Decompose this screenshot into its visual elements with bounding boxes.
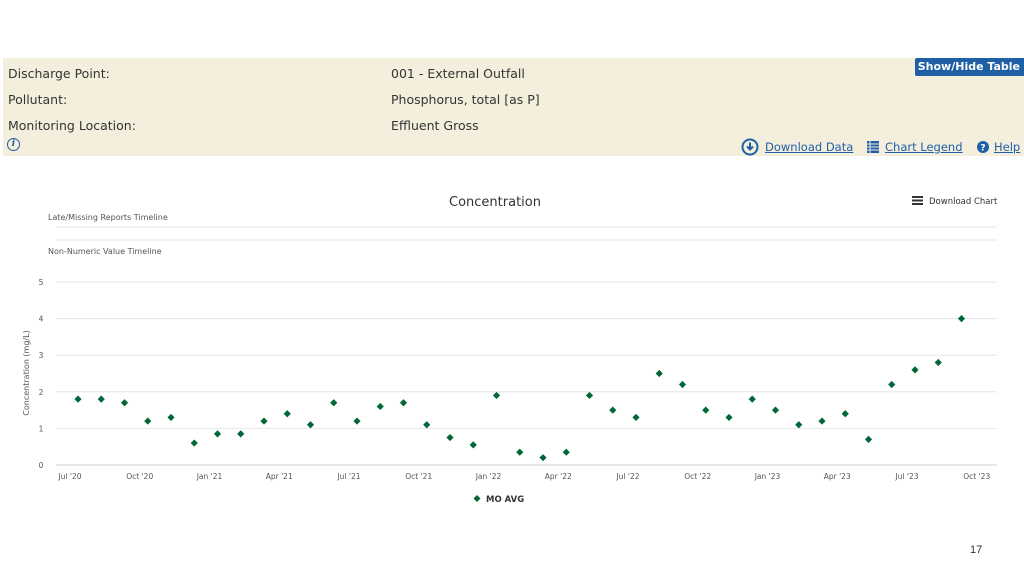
data-point[interactable] xyxy=(841,410,849,418)
data-point[interactable] xyxy=(888,380,896,389)
x-tick-label: Jan '23 xyxy=(754,472,781,481)
data-point[interactable] xyxy=(213,430,222,438)
y-tick-label: 1 xyxy=(39,424,44,433)
x-tick-label: Jul '22 xyxy=(615,472,639,481)
y-tick-label: 2 xyxy=(39,388,44,397)
data-point[interactable] xyxy=(678,380,687,389)
data-point[interactable] xyxy=(795,421,803,429)
x-tick-label: Jul '21 xyxy=(336,472,360,481)
data-point[interactable] xyxy=(702,406,710,414)
x-tick-label: Jul '23 xyxy=(894,472,918,481)
data-point[interactable] xyxy=(446,433,454,442)
legend-marker xyxy=(473,495,481,502)
gridlines xyxy=(56,281,997,466)
data-point[interactable] xyxy=(376,402,384,411)
data-point[interactable] xyxy=(330,399,338,407)
page-number: 17 xyxy=(970,544,983,556)
data-point[interactable] xyxy=(423,421,431,429)
data-point[interactable] xyxy=(353,417,361,425)
x-tick-label: Oct '23 xyxy=(963,472,990,481)
data-point[interactable] xyxy=(911,366,919,374)
data-point[interactable] xyxy=(120,399,129,407)
data-point[interactable] xyxy=(934,358,942,367)
data-point[interactable] xyxy=(725,413,733,422)
data-point[interactable] xyxy=(818,417,826,425)
data-point[interactable] xyxy=(539,454,547,462)
data-point[interactable] xyxy=(97,395,105,403)
data-point[interactable] xyxy=(516,448,524,456)
data-point[interactable] xyxy=(144,417,152,425)
data-point[interactable] xyxy=(957,315,966,323)
x-tick-label: Apr '21 xyxy=(266,472,293,481)
data-point[interactable] xyxy=(748,395,756,403)
data-points xyxy=(74,315,966,462)
x-tick-label: Oct '22 xyxy=(684,472,711,481)
data-point[interactable] xyxy=(74,395,82,403)
y-tick-label: 5 xyxy=(39,278,44,287)
data-point[interactable] xyxy=(562,448,570,456)
x-tick-label: Oct '20 xyxy=(126,472,153,481)
legend[interactable]: MO AVG xyxy=(473,495,525,505)
x-tick-label: Apr '22 xyxy=(545,472,572,481)
concentration-chart: 012345 Jul '20 Oct '20 Jan '21 Apr '21 Jul '… xyxy=(22,226,997,505)
data-point[interactable] xyxy=(632,413,640,422)
data-point[interactable] xyxy=(167,413,175,422)
x-tick-label: Jul '20 xyxy=(57,472,81,481)
data-point[interactable] xyxy=(655,369,663,378)
y-axis-label: Concentration (mg/L) xyxy=(22,330,31,415)
legend-label: MO AVG xyxy=(486,495,524,505)
data-point[interactable] xyxy=(399,399,408,407)
data-point[interactable] xyxy=(469,441,477,449)
data-point[interactable] xyxy=(492,391,501,400)
y-tick-label: 3 xyxy=(39,351,44,360)
data-point[interactable] xyxy=(283,410,291,418)
data-point[interactable] xyxy=(771,406,780,414)
y-tick-label: 0 xyxy=(39,461,44,470)
x-tick-label: Jan '21 xyxy=(196,472,223,481)
data-point[interactable] xyxy=(260,417,268,425)
data-point[interactable] xyxy=(585,391,594,400)
y-tick-label: 4 xyxy=(39,315,44,324)
data-point[interactable] xyxy=(306,421,315,429)
x-axis-ticks: Jul '20 Oct '20 Jan '21 Apr '21 Jul '21 Oct '… xyxy=(57,472,990,481)
y-axis-ticks: 0 1 2 3 4 5 xyxy=(39,278,44,470)
data-point[interactable] xyxy=(237,430,245,438)
data-point[interactable] xyxy=(864,435,873,443)
data-point[interactable] xyxy=(190,439,198,447)
x-tick-label: Apr '23 xyxy=(824,472,851,481)
data-point[interactable] xyxy=(609,406,617,414)
x-tick-label: Jan '22 xyxy=(475,472,502,481)
x-tick-label: Oct '21 xyxy=(405,472,432,481)
